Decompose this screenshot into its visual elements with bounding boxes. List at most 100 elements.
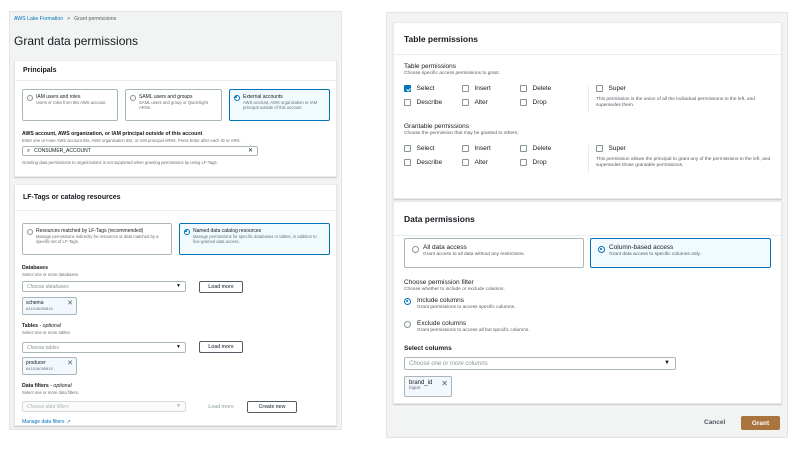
option-desc: Grant data access to specific columns on… <box>609 252 701 257</box>
table-permissions-heading: Table permissions <box>394 23 781 55</box>
perm-delete[interactable]: Delete <box>520 85 551 92</box>
database-token: schema 641518095815 ✕ <box>22 297 77 315</box>
filters-load-more-button: Load more <box>199 401 243 413</box>
caret-down-icon: ▼ <box>176 344 181 350</box>
grantable-select-checkbox[interactable] <box>404 145 411 152</box>
perm-super-label: Super <box>608 85 626 92</box>
perm-super-desc: This permission is the union of all the … <box>596 97 755 109</box>
principal-option-external[interactable]: External accounts AWS account, AWS organ… <box>229 89 330 121</box>
grantable-super-label: Super <box>608 145 626 152</box>
filter-include[interactable]: Include columns Grant permissions to acce… <box>404 297 515 311</box>
grantable-super[interactable]: Super <box>596 145 626 152</box>
perm-describe[interactable]: Describe <box>404 99 442 106</box>
data-all-radio[interactable] <box>412 246 419 253</box>
perm-drop-checkbox[interactable] <box>520 99 527 106</box>
filter-include-radio[interactable] <box>404 298 411 305</box>
search-icon: ⌕ <box>27 147 31 154</box>
principal-external-radio[interactable] <box>234 95 240 101</box>
tables-load-more-button[interactable]: Load more <box>199 341 243 353</box>
perm-alter-checkbox[interactable] <box>462 99 469 106</box>
columns-select[interactable]: Choose one or more columns ▼ <box>404 357 676 370</box>
remove-table-icon[interactable]: ✕ <box>67 360 73 367</box>
option-desc: AWS account, AWS organization or IAM pri… <box>243 100 318 110</box>
breadcrumb-current: Grant permissions <box>74 16 117 22</box>
perm-alter[interactable]: Alter <box>462 99 488 106</box>
perm-insert[interactable]: Insert <box>462 85 491 92</box>
principal-iam-radio[interactable] <box>27 95 33 101</box>
grantable-describe[interactable]: Describe <box>404 159 442 166</box>
tables-desc: Select one or more tables. <box>22 330 71 335</box>
table-permissions-card: Table permissions Table permissions Choo… <box>393 22 782 199</box>
perm-super[interactable]: Super <box>596 85 626 92</box>
perm-alter-label: Alter <box>474 99 488 106</box>
grantable-alter-checkbox[interactable] <box>462 159 469 166</box>
perm-select-checkbox[interactable] <box>404 85 411 92</box>
grantable-insert[interactable]: Insert <box>462 145 491 152</box>
grantable-describe-checkbox[interactable] <box>404 159 411 166</box>
cancel-button[interactable]: Cancel <box>704 419 725 426</box>
resource-option-named[interactable]: Named data catalog resources Manage perm… <box>179 223 330 255</box>
perm-drop-label: Drop <box>532 99 547 106</box>
clear-icon[interactable]: ✕ <box>248 147 253 154</box>
grantable-delete-checkbox[interactable] <box>520 145 527 152</box>
filters-select[interactable]: Choose data filters ▼ <box>22 401 186 412</box>
table-token-sub: 641518095815 <box>26 366 53 371</box>
external-link-icon: ↗ <box>66 419 71 425</box>
perm-insert-label: Insert <box>474 85 491 92</box>
grantable-alter[interactable]: Alter <box>462 159 488 166</box>
perm-drop[interactable]: Drop <box>520 99 547 106</box>
perm-select-label: Select <box>416 85 435 92</box>
option-desc: Users or roles from this AWS account. <box>36 100 107 105</box>
filter-exclude-desc: Grant permissions to access all but spec… <box>417 328 530 333</box>
breadcrumb-lake-formation[interactable]: AWS Lake Formation <box>14 16 63 22</box>
breadcrumb-separator: > <box>67 16 71 22</box>
option-title: Column-based access <box>609 244 674 251</box>
caret-down-icon: ▼ <box>176 403 181 409</box>
filters-desc: Select one or more data filters. <box>22 390 80 395</box>
grantable-insert-checkbox[interactable] <box>462 145 469 152</box>
table-token: producer 641518095815 ✕ <box>22 357 77 375</box>
resource-lftags-radio[interactable] <box>27 229 33 235</box>
resources-card: LF-Tags or catalog resources Resources m… <box>14 184 337 426</box>
perm-select[interactable]: Select <box>404 85 435 92</box>
grantable-super-checkbox[interactable] <box>596 145 603 152</box>
grantable-delete[interactable]: Delete <box>520 145 551 152</box>
principals-card: Principals IAM users and roles Users or … <box>14 60 337 177</box>
perm-super-checkbox[interactable] <box>596 85 603 92</box>
caret-down-icon: ▼ <box>176 283 181 289</box>
tables-select[interactable]: Choose tables ▼ <box>22 342 186 353</box>
remove-column-icon[interactable]: ✕ <box>441 380 448 388</box>
resource-named-radio[interactable] <box>184 229 190 235</box>
remove-database-icon[interactable]: ✕ <box>67 300 73 307</box>
grantable-desc: Choose the permission that may be grante… <box>404 131 519 136</box>
perm-describe-checkbox[interactable] <box>404 99 411 106</box>
data-option-column[interactable]: Column-based access Grant data access to… <box>590 238 771 268</box>
grantable-drop[interactable]: Drop <box>520 159 547 166</box>
grantable-drop-checkbox[interactable] <box>520 159 527 166</box>
resource-option-lftags[interactable]: Resources matched by LF-Tags (recommende… <box>22 223 172 255</box>
grantable-select[interactable]: Select <box>404 145 435 152</box>
databases-select[interactable]: Choose databases ▼ <box>22 281 186 292</box>
perm-insert-checkbox[interactable] <box>462 85 469 92</box>
principals-heading: Principals <box>15 61 336 81</box>
grantable-select-label: Select <box>416 145 435 152</box>
grantable-insert-label: Insert <box>474 145 491 152</box>
create-filter-button[interactable]: Create new <box>247 401 297 413</box>
account-input[interactable]: ⌕ CONSUMER_ACCOUNT ✕ <box>22 146 258 156</box>
data-option-all[interactable]: All data access Grant access to all data… <box>404 238 584 268</box>
databases-load-more-button[interactable]: Load more <box>199 281 243 293</box>
principal-saml-radio[interactable] <box>130 95 136 101</box>
principal-option-iam[interactable]: IAM users and roles Users or roles from … <box>22 89 118 121</box>
data-column-radio[interactable] <box>598 246 605 253</box>
filter-exclude-title: Exclude columns <box>417 320 467 327</box>
option-desc: Grant access to all data without any res… <box>423 252 525 257</box>
grant-button[interactable]: Grant <box>741 416 780 430</box>
principal-option-saml[interactable]: SAML users and groups SAML users and gro… <box>125 89 222 121</box>
filters-label: Data filters - optional <box>22 383 72 389</box>
filter-exclude[interactable]: Exclude columns Grant permissions to acce… <box>404 320 530 334</box>
grantable-alter-label: Alter <box>474 159 488 166</box>
manage-filters-link[interactable]: Manage data filters ↗ <box>22 419 71 425</box>
filter-exclude-radio[interactable] <box>404 321 411 328</box>
tables-label: Tables - optional <box>22 323 61 329</box>
perm-delete-checkbox[interactable] <box>520 85 527 92</box>
